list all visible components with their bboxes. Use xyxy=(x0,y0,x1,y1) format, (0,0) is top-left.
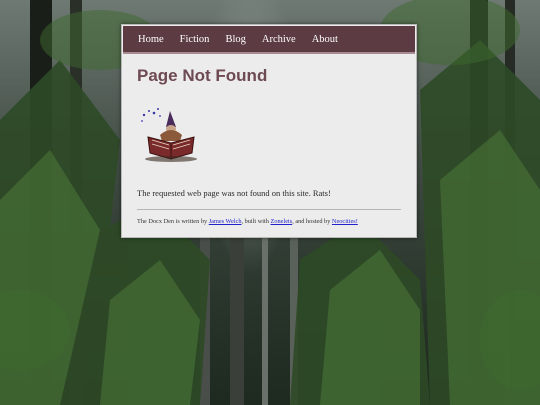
footer-text-mid1: , built with xyxy=(241,218,271,225)
wizard-reading-book-icon xyxy=(141,108,197,162)
footer-divider xyxy=(137,209,401,210)
nav-home-link[interactable]: Home xyxy=(138,34,164,45)
content-card: Home Fiction Blog Archive About Page Not… xyxy=(121,24,417,238)
footer-text-prefix: The Docx Den is written by xyxy=(137,218,209,225)
nav-blog-link[interactable]: Blog xyxy=(225,34,245,45)
nav-fiction-link[interactable]: Fiction xyxy=(180,34,210,45)
zonelets-link[interactable]: Zonelets xyxy=(271,218,293,225)
page-title: Page Not Found xyxy=(137,66,268,85)
author-link[interactable]: James Welch xyxy=(209,218,242,225)
not-found-message: The requested web page was not found on … xyxy=(137,187,331,198)
footer-text-mid2: , and hosted by xyxy=(292,218,332,225)
nav-about-link[interactable]: About xyxy=(312,34,338,45)
top-nav: Home Fiction Blog Archive About xyxy=(123,26,415,54)
neocities-link[interactable]: Neocities! xyxy=(332,218,358,225)
footer: The Docx Den is written by James Welch, … xyxy=(137,218,358,225)
nav-archive-link[interactable]: Archive xyxy=(262,34,296,45)
